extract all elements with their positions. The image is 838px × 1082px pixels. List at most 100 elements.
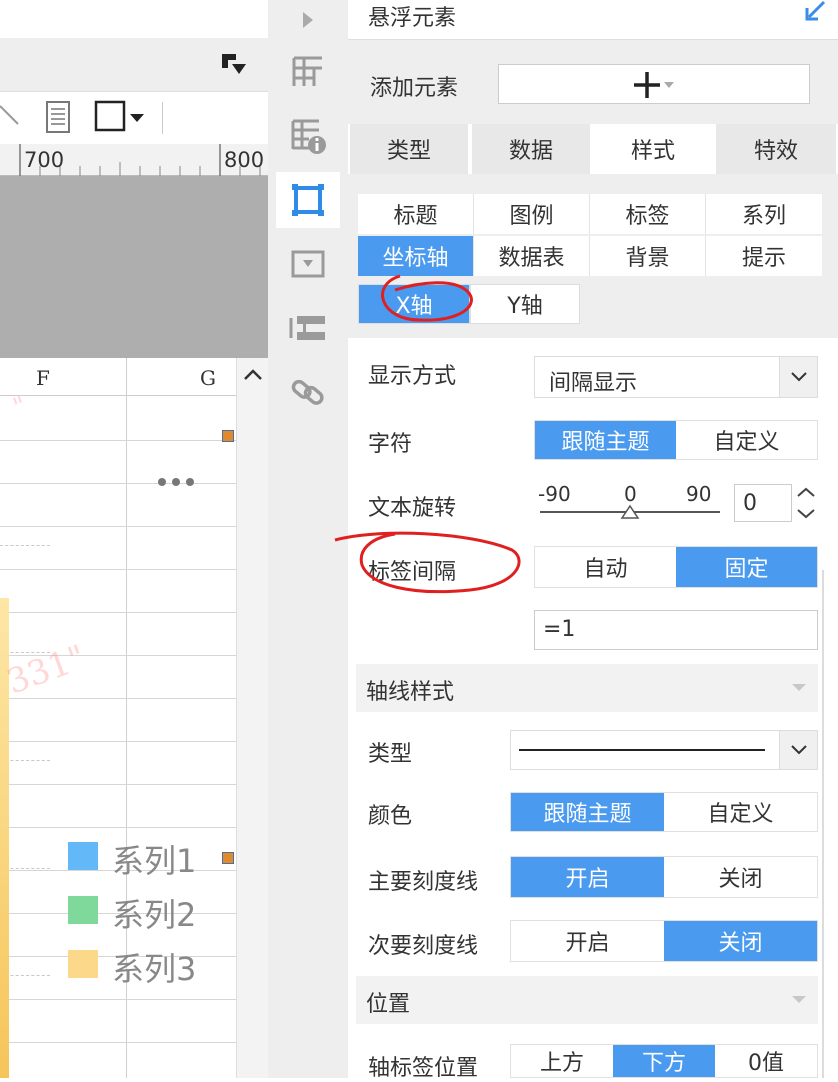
chars-toggle: 跟随主题 自定义 [534, 420, 818, 460]
subtab-tooltip[interactable]: 提示 [706, 236, 822, 276]
major-tick-toggle: 开启 关闭 [510, 856, 818, 898]
label-position-bottom[interactable]: 下方 [613, 1045, 715, 1077]
label-position-toggle: 上方 下方 0值 [510, 1044, 818, 1078]
color-toggle: 跟随主题 自定义 [510, 792, 818, 832]
grid-table-icon [292, 56, 322, 86]
panel-header: 悬浮元素 [348, 0, 838, 40]
horizontal-ruler: 700 800 [0, 144, 268, 176]
tab-effects[interactable]: 特效 [716, 124, 836, 174]
minor-tick-toggle: 开启 关闭 [510, 920, 818, 962]
float-element-tool[interactable] [276, 172, 340, 228]
rotation-input[interactable]: 0 [734, 484, 792, 522]
template-tool[interactable] [276, 300, 340, 356]
section-collapse-icon [792, 684, 806, 691]
border-style-icon[interactable] [94, 100, 150, 134]
major-tick-off[interactable]: 关闭 [664, 857, 817, 897]
vertical-scrollbar[interactable] [236, 358, 268, 1078]
subtab-background[interactable]: 背景 [590, 236, 706, 276]
hyperlink-tool[interactable] [276, 364, 340, 420]
resize-handle[interactable] [222, 430, 234, 442]
add-element-button[interactable] [498, 64, 810, 104]
resize-handle[interactable] [222, 852, 234, 864]
panel-scrollbar[interactable] [822, 570, 824, 1078]
column-g-label: G [200, 366, 216, 390]
partial-tool-icon[interactable] [0, 100, 24, 136]
collapse-panel-icon[interactable] [804, 0, 826, 22]
toolbar-top [0, 38, 268, 92]
column-divider [126, 358, 127, 396]
color-custom[interactable]: 自定义 [664, 793, 817, 831]
line-type-select[interactable] [510, 730, 818, 770]
document-icon[interactable] [44, 100, 72, 134]
rotation-label: 文本旋转 [368, 496, 457, 521]
subtab-title[interactable]: 标题 [358, 194, 474, 234]
top-strip [0, 0, 268, 38]
interval-auto[interactable]: 自动 [535, 547, 676, 587]
chart-gridline [0, 545, 50, 546]
expand-arrow-icon[interactable] [300, 10, 316, 30]
chevron-down-icon [790, 745, 807, 755]
collapse-corner-icon[interactable] [220, 52, 248, 76]
line-type-dropdown[interactable] [779, 731, 817, 769]
tab-type[interactable]: 类型 [350, 124, 468, 174]
subtab-label[interactable]: 标签 [590, 194, 706, 234]
subtab-legend[interactable]: 图例 [474, 194, 590, 234]
position-title: 位置 [366, 992, 411, 1017]
toolbar-tools [0, 92, 268, 144]
legend-swatch-2 [68, 896, 98, 924]
label-position-label: 轴标签位置 [368, 1056, 479, 1081]
minor-tick-off[interactable]: 关闭 [664, 921, 817, 961]
label-position-zero[interactable]: 0值 [715, 1045, 817, 1077]
interval-input[interactable]: =1 [534, 610, 818, 650]
ruler-label-800: 800 [224, 148, 265, 172]
grid-row-line [0, 569, 236, 570]
minor-tick-label: 次要刻度线 [368, 934, 479, 959]
chars-custom[interactable]: 自定义 [676, 421, 817, 459]
minor-tick-on[interactable]: 开启 [511, 921, 664, 961]
canvas-background [0, 176, 268, 358]
add-element-label: 添加元素 [370, 76, 459, 101]
rotation-mid: 0 [624, 482, 637, 506]
panel-title: 悬浮元素 [368, 6, 457, 31]
cell-attribute-tool[interactable] [276, 108, 340, 164]
label-position-top[interactable]: 上方 [511, 1045, 613, 1077]
interval-label: 标签间隔 [368, 560, 457, 585]
rotation-slider-thumb[interactable] [620, 504, 640, 520]
scroll-up-icon[interactable] [243, 366, 263, 382]
widget-dropdown-icon [291, 250, 325, 278]
widget-tool[interactable] [276, 236, 340, 292]
major-tick-on[interactable]: 开启 [511, 857, 664, 897]
major-tick-label: 主要刻度线 [368, 870, 479, 895]
grid-row-line [0, 483, 236, 484]
interval-fixed[interactable]: 固定 [676, 547, 817, 587]
tab-style[interactable]: 样式 [594, 124, 712, 174]
grid-row-line [0, 741, 236, 742]
rotation-stepper-icon[interactable] [794, 484, 818, 522]
position-section[interactable]: 位置 [356, 976, 818, 1024]
watermark-text: 331" [1, 637, 91, 703]
display-mode-value: 间隔显示 [549, 371, 638, 396]
float-element-icon [292, 184, 324, 216]
cell-element-tool[interactable] [276, 44, 340, 100]
axis-tab-x[interactable]: X轴 [358, 284, 470, 324]
axis-style-section[interactable]: 轴线样式 [356, 664, 818, 712]
legend-swatch-3 [68, 950, 98, 978]
tool-strip [268, 0, 348, 1078]
tab-data[interactable]: 数据 [472, 124, 590, 174]
subtab-series[interactable]: 系列 [706, 194, 822, 234]
grid-row-line [0, 1042, 236, 1043]
property-panel: 悬浮元素 添加元素 类型 数据 样式 特效 标题 图例 标签 系列 坐标轴 数据… [348, 0, 838, 1081]
legend-label-3: 系列3 [112, 950, 197, 988]
display-mode-dropdown[interactable] [779, 357, 817, 397]
more-dots-icon[interactable] [156, 476, 198, 488]
subtab-datasheet[interactable]: 数据表 [474, 236, 590, 276]
table-info-icon [291, 119, 326, 154]
display-mode-select[interactable]: 间隔显示 [534, 356, 818, 398]
plus-dropdown-icon [634, 72, 674, 98]
section-collapse-icon [792, 996, 806, 1003]
subtab-axis[interactable]: 坐标轴 [358, 236, 474, 276]
axis-tab-y[interactable]: Y轴 [470, 284, 580, 324]
grid-row-line [0, 440, 236, 441]
chars-follow-theme[interactable]: 跟随主题 [535, 421, 676, 459]
color-follow-theme[interactable]: 跟随主题 [511, 793, 664, 831]
